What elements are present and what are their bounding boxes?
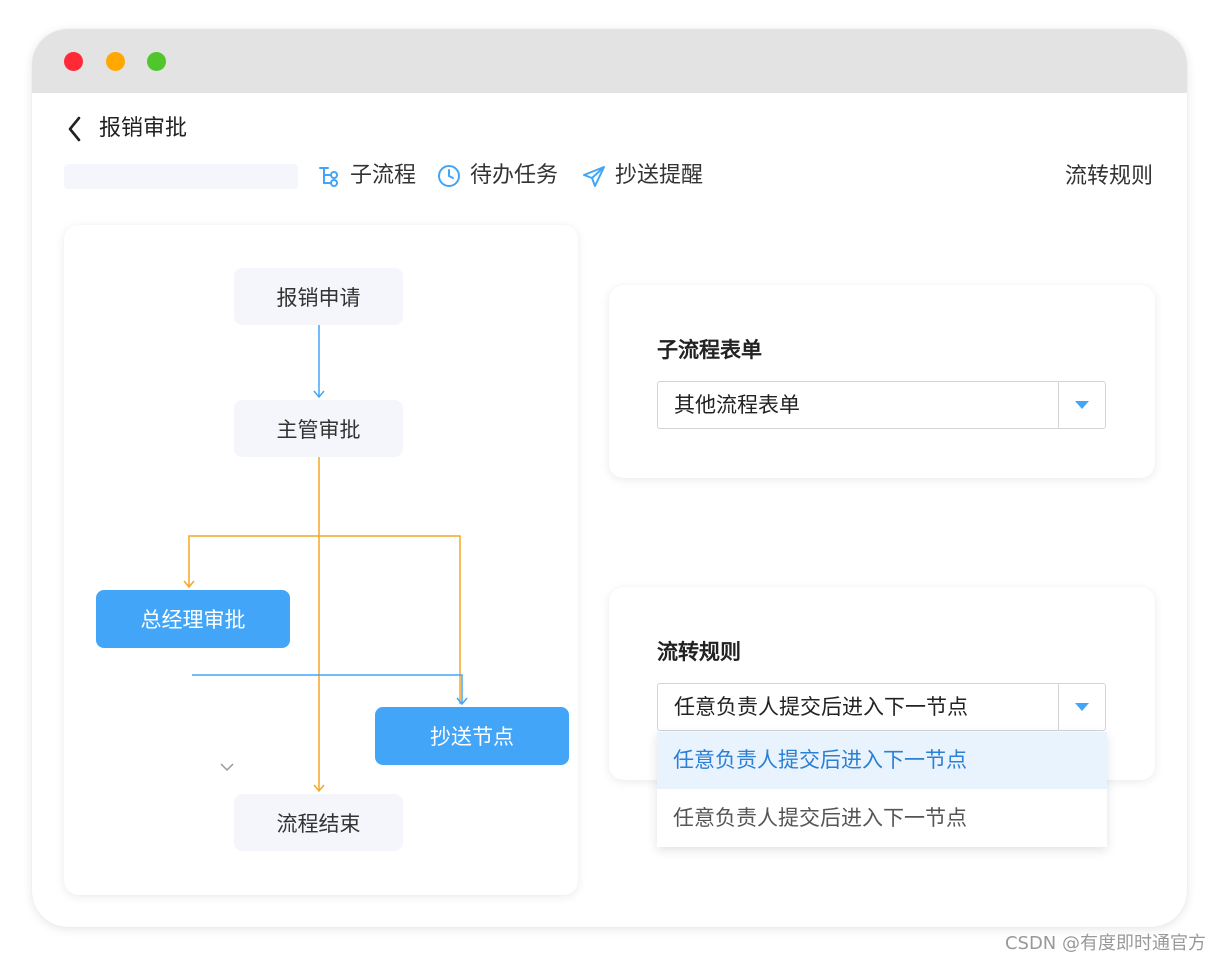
connector-gm-cc bbox=[192, 674, 463, 704]
caret-down-icon[interactable] bbox=[1075, 702, 1089, 712]
window-titlebar bbox=[32, 29, 1187, 93]
select-divider bbox=[1058, 382, 1059, 428]
flow-node-end[interactable]: 流程结束 bbox=[234, 794, 403, 851]
flow-rules-select[interactable]: 任意负责人提交后进入下一节点 bbox=[657, 683, 1106, 731]
sub-process-icon bbox=[316, 163, 342, 189]
flow-node-apply[interactable]: 报销申请 bbox=[234, 268, 403, 325]
dropdown-option[interactable]: 任意负责人提交后进入下一节点 bbox=[657, 790, 1107, 847]
cc-reminder-label: 抄送提醒 bbox=[615, 163, 704, 188]
todo-tasks-label: 待办任务 bbox=[470, 163, 559, 188]
sub-process-form-select[interactable]: 其他流程表单 bbox=[657, 381, 1106, 429]
search-input[interactable] bbox=[64, 164, 298, 189]
flow-node-cc[interactable]: 抄送节点 bbox=[375, 707, 569, 765]
page-title: 报销审批 bbox=[99, 116, 188, 141]
flow-rules-dropdown: 任意负责人提交后进入下一节点 任意负责人提交后进入下一节点 bbox=[657, 732, 1107, 847]
chevron-down-icon bbox=[220, 763, 234, 772]
clock-icon bbox=[436, 163, 462, 189]
back-button[interactable] bbox=[62, 113, 90, 145]
maximize-window-dot[interactable] bbox=[147, 52, 166, 71]
flow-rules-label: 流转规则 bbox=[657, 640, 741, 664]
flow-diagram-card: 报销申请 主管审批 总经理审批 抄送节点 流程结束 bbox=[64, 225, 578, 895]
minimize-window-dot[interactable] bbox=[106, 52, 125, 71]
sub-process-label: 子流程 bbox=[350, 163, 417, 188]
chevron-left-icon bbox=[68, 116, 81, 142]
paper-plane-icon bbox=[581, 163, 607, 189]
watermark: CSDN @有度即时通官方 bbox=[1004, 933, 1206, 954]
sub-process-form-value: 其他流程表单 bbox=[674, 393, 800, 417]
sub-process-button[interactable]: 子流程 bbox=[316, 159, 416, 193]
close-window-dot[interactable] bbox=[64, 52, 83, 71]
flow-node-general-manager[interactable]: 总经理审批 bbox=[96, 590, 290, 648]
cc-reminder-button[interactable]: 抄送提醒 bbox=[581, 159, 703, 193]
dropdown-option[interactable]: 任意负责人提交后进入下一节点 bbox=[657, 732, 1107, 789]
select-divider bbox=[1058, 684, 1059, 730]
app-window: 报销审批 子流程 待办任务 抄送提醒 流转规则 报销申请 主管审批 总经理审批 … bbox=[32, 29, 1187, 927]
flow-node-manager[interactable]: 主管审批 bbox=[234, 400, 403, 457]
caret-down-icon[interactable] bbox=[1075, 400, 1089, 410]
todo-tasks-button[interactable]: 待办任务 bbox=[436, 159, 558, 193]
sub-process-form-label: 子流程表单 bbox=[657, 338, 762, 362]
flow-rules-link[interactable]: 流转规则 bbox=[1065, 160, 1153, 194]
flow-rules-value: 任意负责人提交后进入下一节点 bbox=[674, 695, 968, 719]
sub-process-form-card: 子流程表单 其他流程表单 bbox=[609, 285, 1155, 478]
